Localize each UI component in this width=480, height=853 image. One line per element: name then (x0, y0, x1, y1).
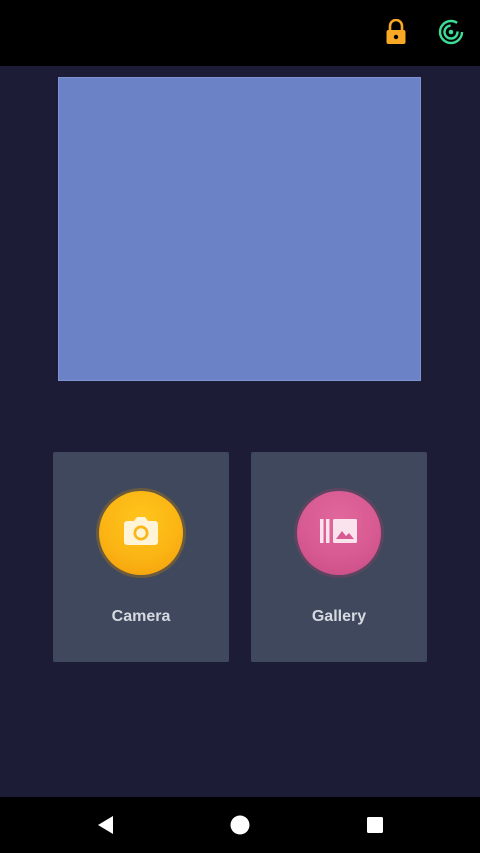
recents-icon[interactable] (364, 814, 386, 836)
spiral-icon[interactable] (437, 18, 465, 46)
home-icon[interactable] (229, 814, 251, 836)
image-preview (58, 77, 421, 381)
camera-label: Camera (111, 608, 171, 625)
gallery-button[interactable] (294, 488, 384, 578)
camera-button[interactable] (96, 488, 186, 578)
camera-icon (123, 516, 159, 551)
status-bar (0, 0, 480, 66)
back-icon[interactable] (94, 814, 116, 836)
gallery-label: Gallery (311, 608, 367, 625)
gallery-tile[interactable]: Gallery (251, 452, 427, 662)
navigation-bar (0, 797, 480, 853)
lock-icon (382, 18, 410, 46)
gallery-icon (319, 517, 359, 550)
camera-tile[interactable]: Camera (53, 452, 229, 662)
main-content: Camera Gallery (0, 66, 480, 797)
